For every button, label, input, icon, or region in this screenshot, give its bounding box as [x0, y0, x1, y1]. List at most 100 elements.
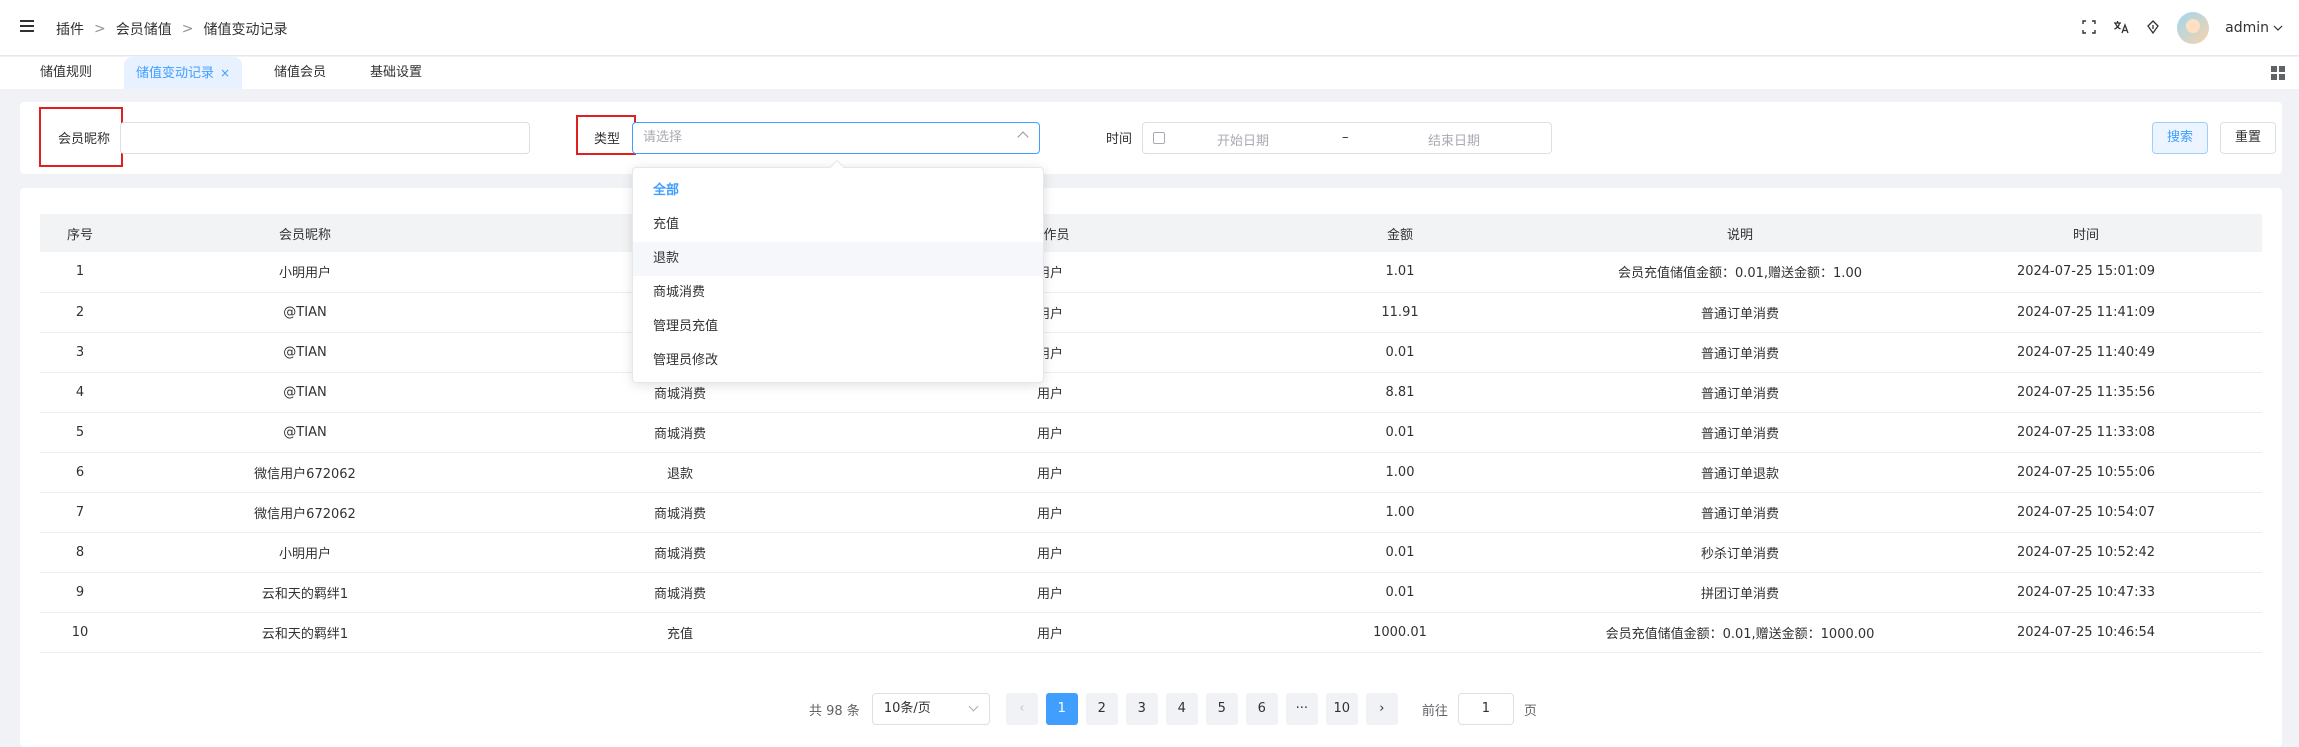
table-row: 4 @TIAN 商城消费 用户 8.81 普通订单消费 2024-07-25 11:35:5…: [40, 372, 2262, 413]
table-cell: 普通订单退款: [1570, 452, 1910, 493]
breadcrumb-separator: >: [181, 21, 194, 37]
table-cell: 8.81: [1230, 372, 1570, 413]
table-cell: @TIAN: [120, 372, 490, 413]
table-row: 10 云和天的羁绊1 充值 用户 1000.01 会员充值储值金额：0.01,赠送金额：1…: [40, 612, 2262, 653]
grid-menu-icon[interactable]: [2271, 66, 2285, 80]
nickname-input[interactable]: [120, 122, 530, 154]
type-select-placeholder: 请选择: [643, 130, 683, 145]
tab-storage-members[interactable]: 储值会员: [262, 57, 338, 89]
table-row: 6 微信用户672062 退款 用户 1.00 普通订单退款 2024-07-25 10:5…: [40, 452, 2262, 493]
theme-icon[interactable]: [2145, 20, 2161, 36]
goto-prefix: 前往: [1421, 703, 1448, 719]
table-cell: 2024-07-25 15:01:09: [1910, 252, 2262, 293]
table-cell: 2024-07-25 11:35:56: [1910, 372, 2262, 413]
chevron-up-icon: [1017, 131, 1029, 143]
end-date-input[interactable]: 结束日期: [1428, 130, 1480, 149]
breadcrumb-item[interactable]: 会员储值: [116, 19, 172, 39]
start-date-input[interactable]: 开始日期: [1217, 130, 1269, 149]
page-size-value: 10条/页: [883, 701, 931, 716]
avatar[interactable]: [2177, 12, 2210, 44]
time-label: 时间: [1106, 132, 1133, 147]
table-cell: 7: [40, 492, 120, 533]
goto-page-input[interactable]: 1: [1457, 693, 1514, 725]
menu-toggle-icon[interactable]: [20, 20, 34, 32]
table-cell: 会员充值储值金额：0.01,赠送金额：1000.00: [1570, 612, 1910, 653]
table-cell: 普通订单消费: [1570, 492, 1910, 533]
table-cell: 用户: [870, 412, 1230, 453]
table-cell: 0.01: [1230, 532, 1570, 573]
table-cell: 0.01: [1230, 332, 1570, 373]
tab-label: 储值规则: [40, 65, 93, 80]
table-cell: 0.01: [1230, 572, 1570, 613]
breadcrumb-separator: >: [94, 21, 106, 37]
type-option[interactable]: 管理员修改: [633, 344, 1043, 378]
user-name: admin: [2225, 20, 2269, 36]
tab-bar: 储值规则 储值变动记录 × 储值会员 基础设置: [0, 57, 2299, 89]
table-cell: 2024-07-25 11:41:09: [1910, 292, 2262, 333]
table-cell: 8: [40, 532, 120, 573]
page-button[interactable]: 5: [1205, 693, 1238, 725]
table-cell: 2024-07-25 11:40:49: [1910, 332, 2262, 373]
more-pages-button[interactable]: ···: [1285, 693, 1318, 725]
table-cell: 云和天的羁绊1: [120, 612, 490, 653]
tab-label: 储值变动记录: [136, 66, 215, 81]
table-cell: 1.00: [1230, 452, 1570, 493]
header-actions: admin: [2081, 12, 2283, 44]
reset-button[interactable]: 重置: [2220, 122, 2276, 154]
next-page-button[interactable]: ›: [1365, 693, 1398, 725]
page-size-select[interactable]: 10条/页: [871, 693, 990, 725]
page-button[interactable]: 3: [1125, 693, 1158, 725]
table-cell: 充值: [490, 612, 870, 653]
tab-basic-settings[interactable]: 基础设置: [358, 57, 434, 89]
column-header: 会员昵称: [120, 214, 490, 252]
type-option[interactable]: 商城消费: [633, 276, 1043, 310]
user-menu[interactable]: admin: [2225, 20, 2283, 36]
table-cell: 退款: [490, 452, 870, 493]
tab-storage-change-records[interactable]: 储值变动记录 ×: [124, 57, 243, 89]
type-option[interactable]: 充值: [633, 208, 1043, 242]
table-cell: 6: [40, 452, 120, 493]
date-range-picker[interactable]: 开始日期 – 结束日期: [1142, 122, 1552, 154]
records-table: 序号 会员昵称 类型 操作员 金额 说明 时间 1小明用户充值用户1.01会员充…: [40, 214, 2262, 653]
page-button[interactable]: 4: [1165, 693, 1198, 725]
translate-icon[interactable]: [2113, 20, 2129, 36]
table-row: 8 小明用户 商城消费 用户 0.01 秒杀订单消费 2024-07-25 10:52:42: [40, 532, 2262, 573]
table-row: 3@TIAN商城消费用户0.01普通订单消费2024-07-25 11:40:4…: [40, 332, 2262, 373]
type-label: 类型: [594, 132, 621, 147]
tab-storage-rules[interactable]: 储值规则: [28, 57, 104, 89]
page-button[interactable]: 6: [1245, 693, 1278, 725]
tab-label: 基础设置: [370, 65, 423, 80]
page-button[interactable]: 1: [1045, 693, 1078, 725]
table-cell: 用户: [870, 572, 1230, 613]
table-cell: 微信用户672062: [120, 452, 490, 493]
table-cell: 用户: [870, 452, 1230, 493]
page-button[interactable]: 2: [1085, 693, 1118, 725]
table-cell: 10: [40, 612, 120, 653]
prev-page-button[interactable]: ‹: [1005, 693, 1038, 725]
breadcrumb: 插件 > 会员储值 > 储值变动记录: [56, 19, 287, 39]
table-cell: 微信用户672062: [120, 492, 490, 533]
table-cell: 2024-07-25 10:55:06: [1910, 452, 2262, 493]
nickname-label: 会员昵称: [58, 132, 111, 147]
table-cell: 11.91: [1230, 292, 1570, 333]
type-option[interactable]: 全部: [633, 174, 1043, 208]
table-cell: 会员充值储值金额：0.01,赠送金额：1.00: [1570, 252, 1910, 293]
table-header-row: 序号 会员昵称 类型 操作员 金额 说明 时间: [40, 214, 2262, 252]
table-row: 2@TIAN商城消费用户11.91普通订单消费2024-07-25 11:41:…: [40, 292, 2262, 333]
breadcrumb-item[interactable]: 插件: [56, 19, 84, 39]
table-cell: 用户: [870, 532, 1230, 573]
close-icon[interactable]: ×: [220, 66, 230, 80]
table-cell: 1: [40, 252, 120, 293]
search-button[interactable]: 搜索: [2152, 122, 2208, 154]
table-cell: 云和天的羁绊1: [120, 572, 490, 613]
fullscreen-icon[interactable]: [2081, 20, 2097, 36]
table-cell: 1.01: [1230, 252, 1570, 293]
type-select[interactable]: 请选择: [632, 122, 1040, 154]
type-option[interactable]: 管理员充值: [633, 310, 1043, 344]
type-option[interactable]: 退款: [633, 242, 1043, 276]
table-cell: @TIAN: [120, 412, 490, 453]
table-cell: 2024-07-25 10:47:33: [1910, 572, 2262, 613]
page-button[interactable]: 10: [1325, 693, 1358, 725]
search-panel: 会员昵称 类型 请选择 时间 开始日期 – 结束日期 搜索 重置: [20, 102, 2282, 174]
column-header: 时间: [1910, 214, 2262, 252]
